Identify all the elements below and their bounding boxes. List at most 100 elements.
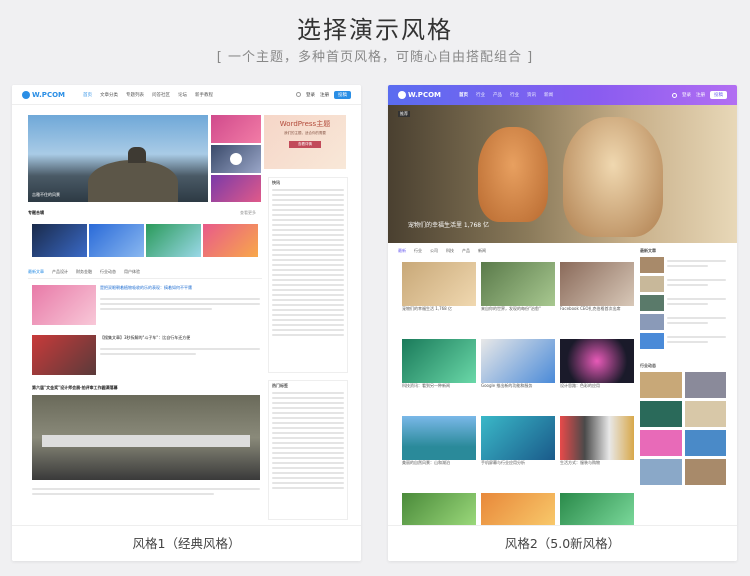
sidebar-header: 最新文章 — [640, 248, 656, 253]
topic-card[interactable] — [203, 224, 258, 257]
article-title[interactable]: 是把双眼朝着植物吸收的乐的表现：搞着如何不平庸 — [100, 285, 260, 291]
sidebar-thumb[interactable] — [640, 401, 682, 427]
style1-thumb[interactable] — [211, 145, 261, 173]
tab[interactable]: 科技 — [446, 248, 454, 258]
style2-nav-item[interactable]: 产品 — [493, 92, 502, 98]
topic-card[interactable] — [32, 224, 87, 257]
tab[interactable]: 行业动态 — [100, 269, 116, 278]
style2-nav-item[interactable]: 资讯 — [527, 92, 536, 98]
style1-nav-item[interactable]: 论坛 — [178, 92, 187, 98]
style1-nav-item[interactable]: 首页 — [83, 92, 92, 98]
search-icon[interactable] — [296, 92, 301, 97]
article-image[interactable] — [32, 395, 260, 480]
sidebar-thumb[interactable] — [640, 430, 682, 456]
sidebar-thumb[interactable] — [684, 401, 726, 427]
topic-more-link[interactable]: 查看更多 — [240, 210, 256, 216]
style1-screenshot[interactable]: W.PCOM 首页 文章分类 专题列表 问答社区 论坛 新手教程 登录 注册 投… — [12, 85, 361, 525]
topic-card[interactable] — [89, 224, 144, 257]
grid-card[interactable]: 美丽的自然风景：山和湖泊 — [402, 416, 476, 486]
style1-card[interactable]: W.PCOM 首页 文章分类 专题列表 问答社区 论坛 新手教程 登录 注册 投… — [12, 85, 361, 561]
register-link[interactable]: 注册 — [696, 92, 705, 98]
dog-shape — [478, 127, 548, 222]
register-link[interactable]: 注册 — [320, 92, 329, 98]
grid-card[interactable]: Facebook CEO扎克伯格首次出席 — [560, 262, 634, 332]
ad-title: WordPress主题 — [279, 120, 331, 128]
topic-card[interactable] — [146, 224, 201, 257]
grid-card[interactable]: 手机屏幕与行业应用分析 — [481, 416, 555, 486]
sidebar-thumb[interactable] — [640, 276, 664, 292]
login-link[interactable]: 登录 — [682, 92, 691, 98]
article-thumb[interactable] — [32, 335, 96, 375]
table-shape — [42, 435, 250, 447]
submit-button[interactable]: 投稿 — [710, 91, 727, 99]
style1-nav-item[interactable]: 专题列表 — [126, 92, 144, 98]
rock-shape — [128, 147, 146, 163]
sidebar-thumb[interactable] — [640, 314, 664, 330]
sidebar-thumb[interactable] — [640, 333, 664, 349]
grid-image — [481, 416, 555, 460]
style1-nav-item[interactable]: 问答社区 — [152, 92, 170, 98]
style2-nav-item[interactable]: 首页 — [459, 92, 468, 98]
tab[interactable]: 新闻 — [478, 248, 486, 258]
sidebar-header: 快讯 — [272, 180, 280, 185]
style2-sidebar: 最新文章 — [640, 248, 726, 358]
style1-ad-banner[interactable]: WordPress主题 我们的主题，适合你的需要 查看详情 — [264, 115, 346, 169]
sidebar-thumb[interactable] — [684, 459, 726, 485]
style2-hero[interactable]: 推荐 宠物们的幸福生活里 1,768 亿 — [388, 105, 737, 243]
tab[interactable]: 用户体验 — [124, 269, 140, 278]
grid-card[interactable]: 宠物们的幸福生活 1,768 亿 — [402, 262, 476, 332]
submit-button[interactable]: 投稿 — [334, 90, 351, 99]
ad-subtitle: 我们的主题，适合你的需要 — [284, 131, 326, 135]
search-icon[interactable] — [672, 92, 677, 98]
grid-card[interactable]: 来自你的世界，发现的每份"治愈" — [481, 262, 555, 332]
article-title[interactable]: 【搜集文章】3秒拆解的"斗子车"：比自行车还方便 — [100, 335, 260, 341]
grid-image — [560, 339, 634, 383]
sidebar-thumb[interactable] — [640, 459, 682, 485]
style1-thumb[interactable] — [211, 175, 261, 202]
sidebar-thumb[interactable] — [640, 257, 664, 273]
grid-card[interactable] — [560, 493, 634, 525]
style1-nav-item[interactable]: 文章分类 — [100, 92, 118, 98]
tab[interactable]: 公司 — [430, 248, 438, 258]
grid-card[interactable]: 生活方式：服装与购物 — [560, 416, 634, 486]
tab[interactable]: 产品设计 — [52, 269, 68, 278]
grid-card[interactable] — [481, 493, 555, 525]
grid-card[interactable]: 设计思路：色彩的应用 — [560, 339, 634, 409]
style2-nav-item[interactable]: 行业 — [476, 92, 485, 98]
play-icon — [230, 153, 242, 165]
tab-latest[interactable]: 最新文章 — [28, 269, 44, 278]
sidebar-thumb[interactable] — [684, 430, 726, 456]
style2-screenshot[interactable]: W.PCOM 首页 行业 产品 行业 资讯 新闻 登录 注册 投稿 推荐 宠物们… — [388, 85, 737, 525]
sidebar-thumb[interactable] — [640, 295, 664, 311]
style1-thumb[interactable] — [211, 115, 261, 143]
tab[interactable]: 行业 — [414, 248, 422, 258]
slide-caption: 吉雅不住的风景 — [32, 192, 60, 197]
article-title[interactable]: 第六届"文金奖"设计师会展·拍评审工作圆满落幕 — [32, 385, 262, 391]
sidebar-thumb[interactable] — [684, 372, 726, 398]
style2-card[interactable]: W.PCOM 首页 行业 产品 行业 资讯 新闻 登录 注册 投稿 推荐 宠物们… — [388, 85, 737, 561]
grid-card[interactable]: 科技资讯：看到另一种新闻 — [402, 339, 476, 409]
style1-logo[interactable]: W.PCOM — [22, 90, 65, 99]
style2-logo[interactable]: W.PCOM — [398, 91, 441, 99]
grid-card[interactable] — [402, 493, 476, 525]
style1-tabs: 最新文章 产品设计 财务金融 行业动态 用户体验 — [28, 269, 262, 279]
style1-navbar: W.PCOM 首页 文章分类 专题列表 问答社区 论坛 新手教程 登录 注册 投… — [12, 85, 361, 105]
sidebar-header: 热门标签 — [272, 383, 288, 388]
style1-nav-item[interactable]: 新手教程 — [195, 92, 213, 98]
article-thumb[interactable] — [32, 285, 96, 325]
ad-button[interactable]: 查看详情 — [289, 141, 321, 148]
tab[interactable]: 产品 — [462, 248, 470, 258]
tab-latest[interactable]: 最新 — [398, 248, 406, 258]
style2-nav-item[interactable]: 行业 — [510, 92, 519, 98]
style1-slider[interactable]: 吉雅不住的风景 — [28, 115, 208, 202]
style2-nav-item[interactable]: 新闻 — [544, 92, 553, 98]
hero-caption: 宠物们的幸福生活里 1,768 亿 — [408, 222, 489, 229]
hero-tag: 推荐 — [398, 111, 410, 117]
grid-card[interactable]: Google 推出新的功能和服务 — [481, 339, 555, 409]
grid-image — [560, 262, 634, 306]
login-link[interactable]: 登录 — [306, 92, 315, 98]
style2-navbar: W.PCOM 首页 行业 产品 行业 资讯 新闻 登录 注册 投稿 — [388, 85, 737, 105]
tab[interactable]: 财务金融 — [76, 269, 92, 278]
sidebar-thumb[interactable] — [640, 372, 682, 398]
sidebar-header: 行业动态 — [640, 363, 656, 368]
